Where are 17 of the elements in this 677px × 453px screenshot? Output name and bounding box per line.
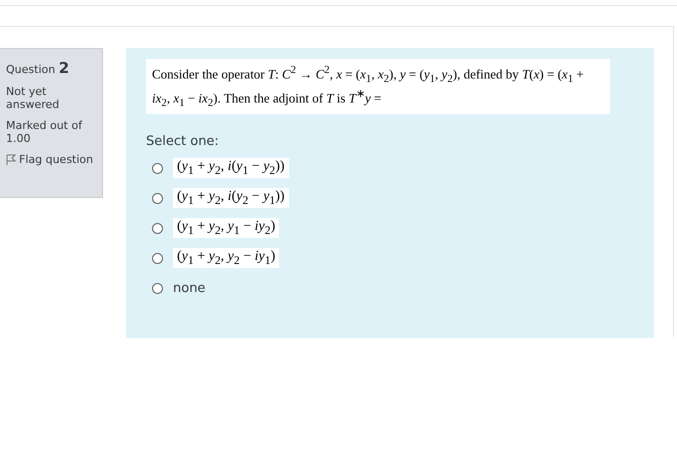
radio-button[interactable]	[152, 282, 163, 294]
radio-button[interactable]	[152, 192, 163, 204]
question-status: Not yet answered	[6, 85, 60, 111]
question-number: Question 2	[6, 59, 70, 77]
question-text: Consider the operator T: C$^{2}$ → C$^{2}$, x = (x$_{1}$, x$_{2}$), y = (y$_{1}$, y$_{2}$), defined by T(x) = (x$_{1}$ + ix$_{2}$, x$_{1}$ − ix$_{2}$). Then the adjoint of T is T$^{∗}$y =	[146, 59, 610, 114]
answer-formula[interactable]: (y$_{1}$ + y$_{2}$, i(y$_{2}$ − y$_{1}$))	[173, 188, 289, 208]
question-marks: Marked out of 1.00	[6, 119, 84, 145]
select-prompt: Select one:	[146, 134, 220, 150]
flag-question-link[interactable]: Flag question	[6, 153, 96, 166]
radio-button[interactable]	[152, 222, 163, 234]
flag-icon	[6, 154, 16, 165]
answer-formula[interactable]: (y$_{1}$ + y$_{2}$, y$_{2}$ − iy$_{1}$)	[173, 248, 280, 268]
radio-button[interactable]	[152, 252, 163, 264]
answer-label[interactable]: none	[173, 280, 206, 296]
answer-formula[interactable]: (y$_{1}$ + y$_{2}$, i(y$_{1}$ − y$_{2}$))	[173, 158, 289, 178]
answer-formula[interactable]: (y$_{1}$ + y$_{2}$, y$_{1}$ − iy$_{2}$)	[173, 218, 280, 238]
radio-button[interactable]	[152, 162, 163, 174]
